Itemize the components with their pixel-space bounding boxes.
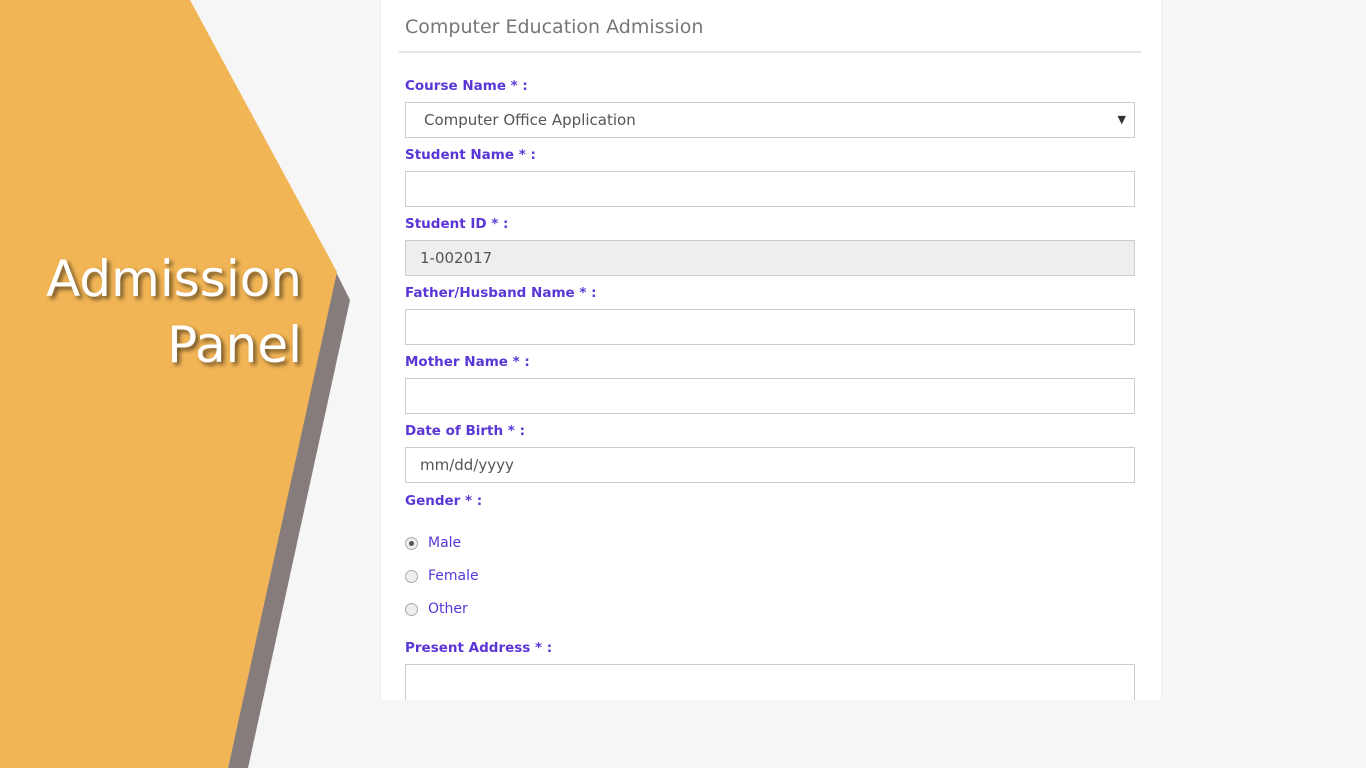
radio-icon bbox=[405, 602, 418, 616]
banner-shape bbox=[0, 0, 337, 768]
decorative-banner bbox=[0, 0, 350, 768]
hero-title: Admission Panel bbox=[46, 246, 302, 378]
gender-radio-male[interactable]: Male bbox=[405, 535, 461, 551]
student-name-input[interactable] bbox=[405, 171, 1135, 207]
admission-form: Computer Education Admission Course Name… bbox=[380, 0, 1162, 700]
father-name-label: Father/Husband Name * : bbox=[405, 285, 597, 301]
radio-checked-icon bbox=[405, 536, 418, 550]
radio-label: Male bbox=[428, 535, 462, 551]
student-name-label: Student Name * : bbox=[405, 147, 536, 163]
radio-label: Other bbox=[428, 601, 468, 617]
mother-name-label: Mother Name * : bbox=[405, 354, 530, 370]
dob-input[interactable]: mm/dd/yyyy bbox=[405, 447, 1135, 483]
student-id-input[interactable]: 1-002017 bbox=[405, 240, 1135, 276]
gender-label: Gender * : bbox=[405, 493, 483, 509]
student-id-label: Student ID * : bbox=[405, 216, 509, 232]
course-value: Computer Office Application bbox=[424, 111, 636, 129]
address-textarea[interactable] bbox=[405, 664, 1135, 700]
dob-label: Date of Birth * : bbox=[405, 423, 525, 439]
chevron-down-icon: ▼ bbox=[1117, 113, 1126, 126]
course-select[interactable]: Computer Office Application ▼ bbox=[405, 102, 1135, 138]
radio-icon bbox=[405, 569, 418, 583]
hero-line-1: Admission bbox=[46, 250, 302, 308]
radio-label: Female bbox=[428, 568, 479, 584]
divider bbox=[399, 51, 1141, 53]
gender-radio-female[interactable]: Female bbox=[405, 568, 479, 584]
hero-line-2: Panel bbox=[167, 316, 302, 374]
mother-name-input[interactable] bbox=[405, 378, 1135, 414]
form-title: Computer Education Admission bbox=[405, 16, 704, 38]
address-label: Present Address * : bbox=[405, 640, 553, 656]
gender-radio-other[interactable]: Other bbox=[405, 601, 468, 617]
father-name-input[interactable] bbox=[405, 309, 1135, 345]
course-label: Course Name * : bbox=[405, 78, 528, 94]
